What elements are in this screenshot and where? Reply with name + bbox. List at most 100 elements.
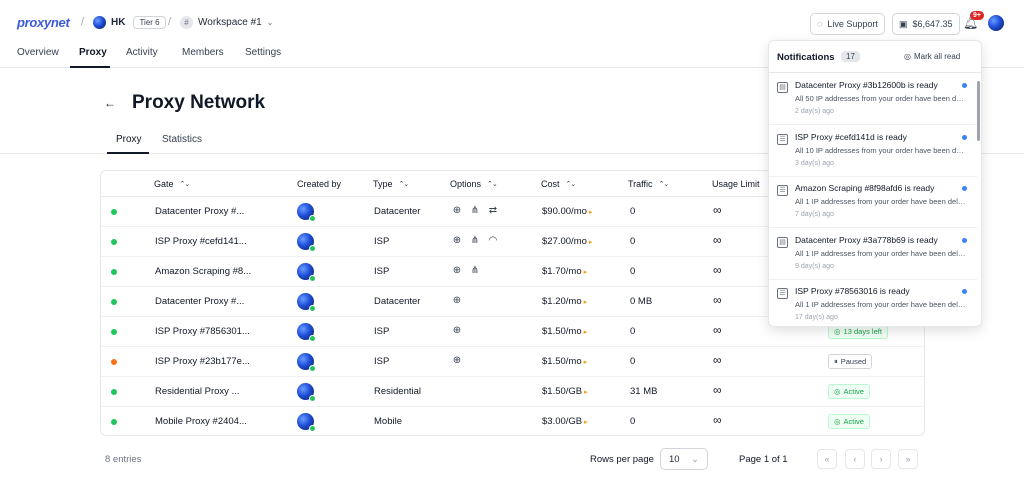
entries-count: 8 entries bbox=[105, 454, 142, 465]
balance-button[interactable]: ▣ $6,647.35 bbox=[892, 13, 960, 35]
check-circle-icon: ◎ bbox=[904, 52, 911, 61]
notification-badge: 9+ bbox=[970, 11, 984, 20]
notification-item[interactable]: ▤ Datacenter Proxy #3a778b69 is ready All … bbox=[769, 229, 977, 280]
usage-limit-value: ∞ bbox=[713, 413, 722, 427]
column-options[interactable]: Options ⌃⌄ bbox=[450, 179, 498, 189]
tab-settings[interactable]: Settings bbox=[245, 47, 281, 58]
tab-activity[interactable]: Activity bbox=[126, 47, 158, 58]
unread-dot bbox=[962, 83, 967, 88]
traffic-value: 0 bbox=[630, 326, 636, 337]
notifications-scrollbar[interactable] bbox=[977, 81, 980, 141]
logo[interactable]: proxynet bbox=[17, 15, 70, 30]
notification-item[interactable]: ☰ ISP Proxy #cefd141d is ready All 10 IP a… bbox=[769, 126, 977, 177]
gate-name[interactable]: Datacenter Proxy #... bbox=[155, 296, 244, 307]
region-label: HK bbox=[111, 17, 126, 28]
notification-time: 17 day(s) ago bbox=[795, 314, 838, 321]
options-icons: ⊕ ⋔ bbox=[451, 265, 481, 276]
live-support-label: Live Support bbox=[827, 19, 878, 29]
column-created-by-label: Created by bbox=[297, 179, 342, 189]
tier-badge: Tier 6 bbox=[133, 16, 166, 29]
status-dot bbox=[111, 239, 117, 245]
subtab-statistics[interactable]: Statistics bbox=[162, 134, 202, 145]
network-icon: ⋔ bbox=[470, 265, 480, 276]
region-globe-icon bbox=[93, 16, 106, 29]
notification-item[interactable]: ☰ Amazon Scraping #8f98afd6 is ready All 1… bbox=[769, 177, 977, 228]
notification-title: Datacenter Proxy #3b12600b is ready bbox=[795, 80, 938, 90]
column-type[interactable]: Type ⌃⌄ bbox=[373, 179, 409, 189]
table-row[interactable]: Mobile Proxy #2404... Mobile $3.00/GB ▸ 0 ∞ ◎ A… bbox=[101, 407, 924, 435]
options-icons: ⊕ ⋔ ◠ bbox=[451, 235, 499, 246]
whatsapp-icon: ◌ bbox=[817, 19, 823, 29]
last-page-button[interactable]: » bbox=[898, 449, 918, 469]
traffic-value: 31 MB bbox=[630, 386, 658, 397]
column-gate[interactable]: Gate ⌃⌄ bbox=[154, 179, 190, 189]
notifications-title: Notifications bbox=[777, 52, 835, 63]
cost-trend-icon: ▸ bbox=[588, 239, 593, 246]
gate-name[interactable]: Amazon Scraping #8... bbox=[155, 266, 251, 277]
creator-avatar bbox=[297, 233, 316, 252]
gate-name[interactable]: Residential Proxy ... bbox=[155, 386, 239, 397]
cost-trend-icon: ▸ bbox=[583, 359, 588, 366]
notification-body: All 1 IP addresses from your order have … bbox=[795, 300, 967, 309]
gate-name[interactable]: Datacenter Proxy #... bbox=[155, 206, 244, 217]
subtab-proxy[interactable]: Proxy bbox=[116, 134, 142, 145]
notification-item[interactable]: ▤ Datacenter Proxy #3b12600b is ready All … bbox=[769, 74, 977, 125]
server-icon: ▤ bbox=[777, 82, 788, 93]
gate-name[interactable]: Mobile Proxy #2404... bbox=[155, 416, 247, 427]
proxy-type: Datacenter bbox=[374, 206, 421, 217]
globe-icon: ⊕ bbox=[452, 265, 462, 276]
region-selector[interactable]: HK Tier 6 bbox=[93, 16, 166, 29]
user-avatar[interactable] bbox=[988, 15, 1004, 31]
notification-body: All 50 IP addresses from your order have… bbox=[795, 94, 967, 103]
cost-value: $1.70/mo ▸ bbox=[542, 266, 587, 277]
column-traffic[interactable]: Traffic ⌃⌄ bbox=[628, 179, 669, 189]
workspace-icon: # bbox=[180, 16, 193, 29]
notification-time: 9 day(s) ago bbox=[795, 262, 834, 270]
traffic-value: 0 bbox=[630, 356, 636, 367]
status-dot bbox=[111, 419, 117, 425]
back-arrow-icon[interactable]: ← bbox=[104, 96, 116, 110]
rows-per-page-value: 10 bbox=[669, 454, 680, 465]
traffic-value: 0 bbox=[630, 206, 636, 217]
notification-item[interactable]: ☰ ISP Proxy #78563016 is ready All 1 IP ad… bbox=[769, 280, 977, 326]
gate-name[interactable]: ISP Proxy #cefd141... bbox=[155, 236, 247, 247]
options-icons: ⊕ bbox=[451, 325, 463, 336]
creator-avatar bbox=[297, 413, 316, 432]
tab-members[interactable]: Members bbox=[182, 47, 224, 58]
notification-body: All 1 IP addresses from your order have … bbox=[795, 248, 967, 258]
cost-value: $1.50/mo ▸ bbox=[542, 326, 587, 337]
tab-overview[interactable]: Overview bbox=[17, 47, 59, 58]
mark-all-read-button[interactable]: ◎ Mark all read bbox=[904, 52, 960, 61]
status-dot bbox=[111, 389, 117, 395]
tab-proxy[interactable]: Proxy bbox=[79, 47, 107, 58]
sort-icon: ⌃⌄ bbox=[565, 181, 577, 188]
gate-name[interactable]: ISP Proxy #23b177e... bbox=[155, 356, 250, 367]
cost-amount: $1.20/mo bbox=[542, 296, 582, 307]
rows-per-page-label: Rows per page bbox=[590, 454, 654, 465]
column-gate-label: Gate bbox=[154, 179, 174, 189]
unread-dot bbox=[962, 134, 967, 140]
workspace-selector[interactable]: # Workspace #1 ⌄ bbox=[180, 16, 273, 29]
column-cost[interactable]: Cost ⌃⌄ bbox=[541, 179, 577, 189]
status-dot bbox=[111, 329, 117, 335]
gate-name[interactable]: ISP Proxy #7856301... bbox=[155, 326, 250, 337]
creator-avatar bbox=[297, 383, 316, 402]
cost-value: $1.20/mo ▸ bbox=[542, 296, 587, 307]
next-page-button[interactable]: › bbox=[871, 449, 891, 469]
globe-icon: ⊕ bbox=[452, 325, 462, 336]
cost-trend-icon: ▸ bbox=[583, 299, 588, 306]
stack-icon: ☰ bbox=[777, 133, 788, 145]
notification-time: 3 day(s) ago bbox=[795, 159, 834, 167]
notification-body: All 1 IP addresses from your order have … bbox=[795, 197, 967, 206]
live-support-button[interactable]: ◌ Live Support bbox=[810, 13, 885, 35]
column-created-by: Created by bbox=[297, 179, 341, 189]
server-icon: ▤ bbox=[777, 236, 788, 248]
rows-per-page-select[interactable]: 10 ⌄ bbox=[660, 448, 708, 470]
table-row[interactable]: Residential Proxy ... Residential $1.50/GB… bbox=[101, 377, 924, 407]
proxy-type: Residential bbox=[374, 386, 421, 397]
chevron-down-icon: ⌄ bbox=[691, 454, 699, 465]
proxy-type: Mobile bbox=[374, 416, 402, 427]
prev-page-button[interactable]: ‹ bbox=[845, 449, 865, 469]
table-row[interactable]: ISP Proxy #23b177e... ISP ⊕ $1.50/mo ▸ 0 ∞ ⏸ Pau… bbox=[101, 347, 924, 377]
first-page-button[interactable]: « bbox=[817, 449, 837, 469]
